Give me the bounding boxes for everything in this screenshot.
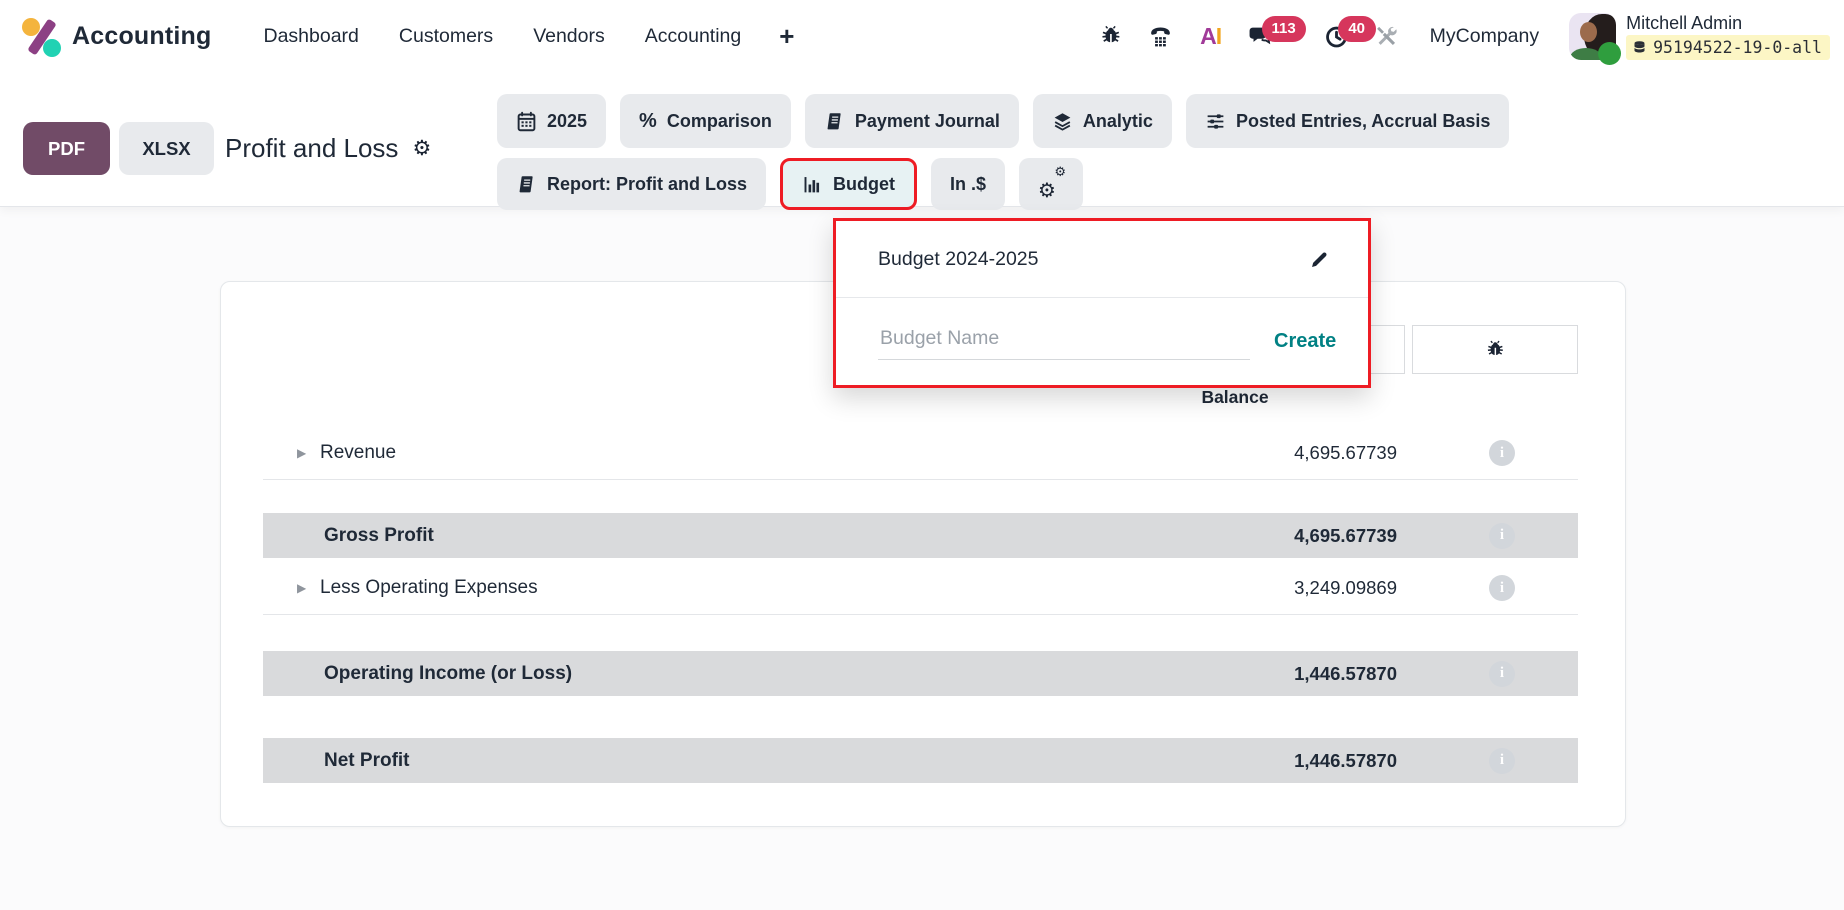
accounting-app-icon[interactable] [22,17,62,57]
new-menu-plus-button[interactable]: + [779,21,794,52]
user-name: Mitchell Admin [1626,13,1830,33]
pencil-icon [1309,249,1330,270]
expand-caret-icon[interactable] [297,447,306,459]
online-status-dot [1598,42,1621,65]
book-icon [516,174,537,195]
phone-icon [1148,24,1173,49]
row-divider [263,479,1578,480]
info-icon[interactable] [1489,440,1515,466]
balance-value: 1,446.57870 [1294,750,1397,772]
balance-value: 4,695.67739 [1294,442,1397,464]
table-row-revenue[interactable]: Revenue 4,695.67739 [263,430,1578,476]
report-control-panel: PDF XLSX Profit and Loss ⚙ 2025 % Compar… [0,73,1844,206]
balance-column-label: Balance [1145,387,1325,408]
row-divider [263,614,1578,615]
journal-icon [824,111,845,132]
calendar-icon [516,111,537,132]
systray: AI 113 40 MyCompany [1090,13,1830,60]
create-budget-button[interactable]: Create [1274,330,1336,353]
table-row-less-operating-expenses[interactable]: Less Operating Expenses 3,249.09869 [263,566,1578,610]
export-xlsx-button[interactable]: XLSX [119,122,214,175]
ai-assistant-icon[interactable]: AI [1190,15,1232,59]
company-switcher[interactable]: MyCompany [1430,25,1539,48]
info-icon[interactable] [1489,661,1515,687]
info-icon[interactable] [1489,748,1515,774]
filter-report-variant[interactable]: Report: Profit and Loss [497,158,766,210]
balance-value: 4,695.67739 [1294,525,1397,547]
table-row-gross-profit: Gross Profit 4,695.67739 [263,513,1578,558]
filter-payment-journal[interactable]: Payment Journal [805,94,1019,148]
budget-column-header-cell[interactable] [1412,325,1578,374]
info-icon[interactable] [1489,575,1515,601]
filter-budget[interactable]: Budget [780,158,917,210]
new-budget-row: Create [836,298,1368,384]
database-icon [1632,40,1647,55]
export-buttons: PDF XLSX [23,122,214,175]
bug-icon [1098,24,1123,49]
filter-comparison[interactable]: % Comparison [620,94,791,148]
filter-currency[interactable]: In .$ [931,158,1005,210]
menu-dashboard[interactable]: Dashboard [264,25,359,48]
filters-row-2: Report: Profit and Loss Budget In .$ ⚙⚙ [497,158,1083,210]
debug-bug-icon[interactable] [1090,15,1132,59]
budget-name-input[interactable] [878,323,1250,360]
app-name[interactable]: Accounting [72,22,212,51]
filters-row-1: 2025 % Comparison Payment Journal Analyt… [497,94,1509,148]
info-icon[interactable] [1489,523,1515,549]
menu-vendors[interactable]: Vendors [533,25,605,48]
ai-icon: AI [1200,23,1221,50]
balance-value: 1,446.57870 [1294,663,1397,685]
main-menu: Dashboard Customers Vendors Accounting + [264,21,795,52]
table-row-net-profit: Net Profit 1,446.57870 [263,738,1578,783]
top-navbar: Accounting Dashboard Customers Vendors A… [0,0,1844,73]
report-content: Balance Revenue 4,695.67739 Gross Profit… [0,206,1844,910]
activities-count-badge: 40 [1338,16,1376,42]
report-options-button[interactable]: ⚙⚙ [1019,158,1083,210]
user-menu[interactable]: Mitchell Admin 95194522-19-0-all [1569,13,1830,60]
filter-date-2025[interactable]: 2025 [497,94,606,148]
voip-phone-icon[interactable] [1140,15,1182,59]
percent-icon: % [639,110,657,133]
existing-budget-name: Budget 2024-2025 [878,248,1038,271]
gears-icon: ⚙⚙ [1038,172,1064,196]
database-chip: 95194522-19-0-all [1626,35,1830,60]
edit-budget-button[interactable] [1309,249,1330,270]
expand-caret-icon[interactable] [297,582,306,594]
bug-icon [1484,339,1506,361]
table-row-operating-income: Operating Income (or Loss) 1,446.57870 [263,651,1578,696]
filter-posted-entries[interactable]: Posted Entries, Accrual Basis [1186,94,1509,148]
tools-icon [1374,24,1399,49]
menu-accounting[interactable]: Accounting [645,25,741,48]
messages-button[interactable]: 113 [1240,15,1282,59]
existing-budget-row: Budget 2024-2025 [836,221,1368,298]
database-name: 95194522-19-0-all [1653,38,1822,57]
logo-teal-dot [43,39,61,57]
menu-customers[interactable]: Customers [399,25,493,48]
balance-value: 3,249.09869 [1294,577,1397,599]
page-title: Profit and Loss [225,133,398,164]
bar-chart-icon [802,174,823,195]
filter-analytic[interactable]: Analytic [1033,94,1172,148]
activities-button[interactable]: 40 [1316,15,1358,59]
budget-dropdown: Budget 2024-2025 Create [833,218,1371,388]
export-pdf-button[interactable]: PDF [23,122,110,175]
report-settings-gear-icon[interactable]: ⚙ [412,138,431,159]
sliders-icon [1205,111,1226,132]
messages-count-badge: 113 [1262,16,1306,42]
layers-icon [1052,111,1073,132]
